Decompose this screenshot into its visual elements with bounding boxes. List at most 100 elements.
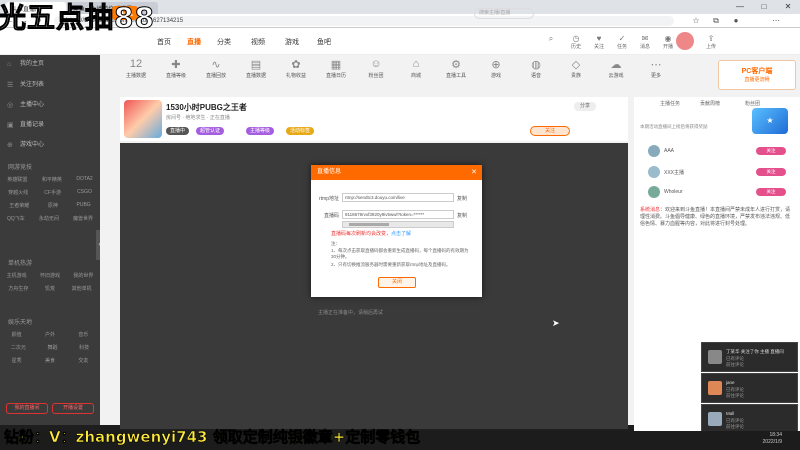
category-gift[interactable]: ✿ 礼物收益 (278, 58, 314, 79)
nav-category[interactable]: 分类 (217, 37, 231, 47)
category-level[interactable]: ✚ 直播等级 (158, 58, 194, 79)
gift-icon: ✿ (291, 59, 301, 71)
sidebar-item-home[interactable]: ⌂ 我的主页 (0, 58, 100, 71)
share-button[interactable]: 分享 (574, 102, 596, 111)
streamer-avatar[interactable] (124, 100, 162, 138)
minimize-button[interactable]: — (728, 0, 752, 14)
sidebar-link[interactable]: 怀旧游戏 (40, 272, 60, 279)
status-badge: 直播中 (166, 127, 190, 135)
diamond-icon: ◇ (571, 59, 581, 71)
sidebar-link[interactable]: 和平精英 (42, 176, 62, 183)
header-message[interactable]: ✉ 消息 (634, 34, 656, 50)
notification-card[interactable]: 丁某华 关注了你 主播 直播间 已有评论 前往评论 (701, 342, 798, 372)
sidebar-link[interactable]: 美食 (45, 357, 55, 364)
category-count[interactable]: 12 主播数据 (118, 58, 154, 79)
stream-settings-button[interactable]: 开播设置 (52, 403, 94, 414)
sidebar-item-center[interactable]: ◎ 主播中心 (0, 99, 100, 112)
close-icon[interactable]: ✕ (471, 165, 477, 180)
sidebar-link[interactable]: 永劫无间 (39, 215, 59, 222)
sidebar-item-follow[interactable]: ☰ 关注列表 (0, 79, 100, 92)
learn-more-link[interactable]: 点击了解 (391, 231, 411, 237)
sidebar-link[interactable]: 魔兽世界 (73, 215, 93, 222)
profile-icon[interactable]: ● (730, 16, 742, 26)
rank-row[interactable]: Wholeur 关注 (640, 185, 790, 201)
sidebar-link[interactable]: 颜值 (12, 331, 22, 338)
star-icon[interactable]: ☆ (690, 16, 702, 26)
header-history[interactable]: ◷ 历史 (565, 34, 587, 50)
sidebar-link[interactable]: PUBG (77, 202, 91, 209)
pulse-icon: ∿ (211, 59, 221, 71)
nav-video[interactable]: 视频 (251, 37, 265, 47)
home-icon: ⌂ (7, 61, 12, 68)
sidebar-link[interactable]: 英雄联盟 (7, 176, 27, 183)
tab-weekly-rank[interactable]: 贡献周榜 (700, 100, 720, 107)
header-follow[interactable]: ♥ 关注 (588, 34, 610, 50)
sidebar-link[interactable]: 交友 (78, 357, 88, 364)
close-window-button[interactable]: ✕ (776, 0, 800, 14)
sidebar-link[interactable]: 其他单机 (72, 285, 92, 292)
follow-button[interactable]: 关注 (530, 126, 570, 136)
rtmp-field[interactable]: rtmp://sendtc3.douyu.com/live (342, 193, 454, 202)
sidebar-link[interactable]: 我的世界 (73, 272, 93, 279)
category-diamond[interactable]: ◇ 贵族 (558, 58, 594, 79)
user-avatar[interactable] (676, 32, 694, 50)
category-pulse[interactable]: ∿ 直播回放 (198, 58, 234, 79)
tab-fan-club[interactable]: 粉丝团 (745, 100, 760, 107)
category-chart[interactable]: ▤ 直播数据 (238, 58, 274, 79)
category-cloud[interactable]: ☁ 云游戏 (598, 58, 634, 79)
tab-tasks[interactable]: 主播任务 (660, 100, 680, 107)
sidebar-link[interactable]: 科技 (79, 344, 89, 351)
stream-key-field[interactable]: 8118679rvxf3920y9iv5wwl?token=****** (342, 210, 454, 219)
category-fans[interactable]: ☺ 粉丝团 (358, 58, 394, 79)
sidebar-link[interactable]: CF手游 (44, 189, 61, 196)
header-task[interactable]: ✓ 任务 (611, 34, 633, 50)
sidebar-link[interactable]: 星秀 (12, 357, 22, 364)
copy-key-button[interactable]: 复制 (457, 212, 467, 219)
sidebar-link[interactable]: 二次元 (11, 344, 26, 351)
sidebar-item-record[interactable]: ▣ 直播记录 (0, 119, 100, 132)
stream-info-dialog: 直播信息 ✕ rtmp地址 rtmp://sendtc3.douyu.com/l… (311, 165, 482, 297)
notification-card[interactable]: Mall 已有评论 前往评论 (701, 404, 798, 434)
sidebar-link[interactable]: 舞蹈 (47, 344, 57, 351)
dialog-close-button[interactable]: 关闭 (378, 277, 416, 288)
category-tool[interactable]: ⚙ 直播工具 (438, 58, 474, 79)
rank-row[interactable]: AAA 关注 (640, 144, 790, 160)
nav-fishbar[interactable]: 鱼吧 (317, 37, 331, 47)
nav-games[interactable]: 游戏 (285, 37, 299, 47)
sidebar-link[interactable]: CSGO (77, 189, 92, 196)
category-more[interactable]: ⋯ 更多 (638, 58, 674, 79)
count-icon: 12 (129, 58, 143, 70)
promo-banner-icon[interactable]: ★ (752, 108, 788, 134)
sidebar-link[interactable]: QQ飞车 (7, 215, 25, 222)
maximize-button[interactable]: □ (752, 0, 776, 14)
pc-client-box[interactable]: PC客户端 直播更流畅 (718, 60, 796, 90)
notification-card[interactable]: jane 已有评论 前往评论 (701, 373, 798, 403)
rank-row[interactable]: XXX主播 关注 (640, 165, 790, 181)
my-room-button[interactable]: 我的直播间 (6, 403, 48, 414)
category-mic[interactable]: ◍ 语音 (518, 58, 554, 79)
category-shop[interactable]: ⌂ 商城 (398, 58, 434, 79)
sidebar-link[interactable]: 音乐 (78, 331, 88, 338)
sidebar-link[interactable]: 原神 (48, 202, 58, 209)
sidebar-item-game[interactable]: ⊕ 游戏中心 (0, 139, 100, 152)
sidebar-link[interactable]: 户外 (45, 331, 55, 338)
key-scrollbar[interactable] (342, 221, 454, 228)
extensions-icon[interactable]: ⧉ (710, 16, 722, 26)
category-game[interactable]: ⊕ 游戏 (478, 58, 514, 79)
category-calendar[interactable]: ▦ 直播日历 (318, 58, 354, 79)
sidebar-link[interactable]: 穿越火线 (8, 189, 28, 196)
sidebar-link[interactable]: 方舟生存 (8, 285, 28, 292)
sidebar-link[interactable]: 王者荣耀 (9, 202, 29, 209)
sidebar-link[interactable]: 主机游戏 (7, 272, 27, 279)
taskbar-clock[interactable]: 18:34 2022/1/9 (763, 432, 782, 446)
header-upload[interactable]: ⇪ 上传 (700, 34, 722, 50)
sidebar-link[interactable]: DOTA2 (76, 176, 92, 183)
sidebar-link[interactable]: 饥荒 (45, 285, 55, 292)
menu-icon[interactable]: ⋯ (770, 16, 782, 26)
search-input[interactable]: 搜索主播/直播 (474, 8, 534, 19)
search-icon[interactable]: ⌕ (540, 34, 562, 44)
nav-home[interactable]: 首页 (157, 37, 171, 47)
copy-rtmp-button[interactable]: 复制 (457, 195, 467, 202)
game-icon: ⊕ (491, 59, 501, 71)
nav-live[interactable]: 直播 (187, 37, 201, 47)
